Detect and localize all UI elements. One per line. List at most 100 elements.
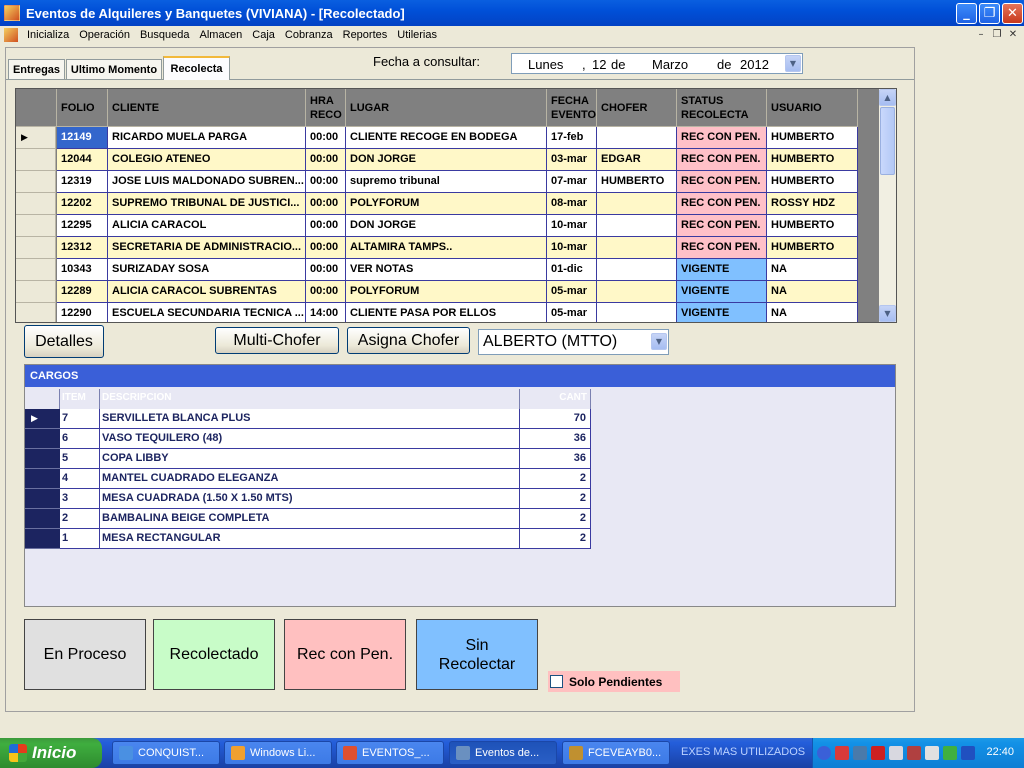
taskbar-item[interactable]: Windows Li... [224,741,332,765]
table-row[interactable]: 12289 ALICIA CARACOL SUBRENTAS 00:00 POLYFO… [16,281,858,303]
cell-chofer[interactable] [597,127,677,149]
cell-lugar[interactable]: CLIENTE RECOGE EN BODEGA [346,127,547,149]
table-row[interactable]: 12202 SUPREMO TRIBUNAL DE JUSTICI... 00:00… [16,193,858,215]
cell-hra-reco[interactable]: 00:00 [306,149,346,171]
cell-cliente[interactable]: SURIZADAY SOSA [108,259,306,281]
cell-cliente[interactable]: ALICIA CARACOL [108,215,306,237]
table-row[interactable]: 12312 SECRETARIA DE ADMINISTRACIO... 00:00… [16,237,858,259]
cell-folio[interactable]: 12289 [57,281,108,303]
menu-busqueda[interactable]: Busqueda [135,29,195,41]
cell-chofer[interactable] [597,259,677,281]
fecha-picker[interactable]: Lunes , 12 de Marzo de 2012 ▼ [511,53,803,74]
tab-recolecta[interactable]: Recolecta [163,56,230,80]
cell-chofer[interactable]: HUMBERTO [597,171,677,193]
cell-cliente[interactable]: COLEGIO ATENEO [108,149,306,171]
cell-lugar[interactable]: DON JORGE [346,215,547,237]
cell-hra-reco[interactable]: 14:00 [306,303,346,322]
cell-folio[interactable]: 10343 [57,259,108,281]
taskbar-item[interactable]: FCEVEAYB0... [562,741,670,765]
quick-launch-label[interactable]: EXES MAS UTILIZADOS » [681,746,826,758]
cell-cant[interactable]: 2 [520,469,591,489]
cell-descripcion[interactable]: BAMBALINA BEIGE COMPLETA [100,509,520,529]
cell-status[interactable]: VIGENTE [677,281,767,303]
cargos-row[interactable]: ▶ 7 SERVILLETA BLANCA PLUS 70 [25,409,591,429]
cargos-row-header[interactable] [25,529,60,549]
cell-cant[interactable]: 36 [520,429,591,449]
cell-fecha-evento[interactable]: 05-mar [547,303,597,322]
cell-usuario[interactable]: HUMBERTO [767,237,858,259]
chevron-down-icon[interactable]: ▼ [785,55,801,72]
taskbar-item[interactable]: Eventos de... [449,741,557,765]
cell-cliente[interactable]: ESCUELA SECUNDARIA TECNICA ... [108,303,306,322]
cell-status[interactable]: VIGENTE [677,259,767,281]
cell-cliente[interactable]: JOSE LUIS MALDONADO SUBREN... [108,171,306,193]
menu-almacen[interactable]: Almacen [195,29,248,41]
cell-usuario[interactable]: NA [767,259,858,281]
cell-chofer[interactable]: EDGAR [597,149,677,171]
cell-chofer[interactable] [597,303,677,322]
detalles-button[interactable]: Detalles [24,325,104,358]
cell-folio[interactable]: 12290 [57,303,108,322]
asigna-chofer-button[interactable]: Asigna Chofer [347,327,470,354]
cell-usuario[interactable]: NA [767,281,858,303]
cell-descripcion[interactable]: COPA LIBBY [100,449,520,469]
menu-reportes[interactable]: Reportes [338,29,393,41]
row-header[interactable] [16,237,56,259]
cell-folio[interactable]: 12295 [57,215,108,237]
col-hra-reco[interactable]: HRA RECO [306,89,346,127]
row-header[interactable] [16,193,56,215]
cell-hra-reco[interactable]: 00:00 [306,259,346,281]
cell-cliente[interactable]: ALICIA CARACOL SUBRENTAS [108,281,306,303]
cell-usuario[interactable]: HUMBERTO [767,171,858,193]
cell-fecha-evento[interactable]: 01-dic [547,259,597,281]
table-row[interactable]: 10343 SURIZADAY SOSA 00:00 VER NOTAS 01-dic V… [16,259,858,281]
cell-lugar[interactable]: VER NOTAS [346,259,547,281]
vertical-scrollbar[interactable]: ▲ ▼ [879,89,896,322]
scroll-down-icon[interactable]: ▼ [879,305,896,322]
menu-caja[interactable]: Caja [247,29,280,41]
col-lugar[interactable]: LUGAR [346,89,547,127]
tray-app-icon[interactable] [961,746,975,760]
cell-lugar[interactable]: supremo tribunal [346,171,547,193]
cell-item[interactable]: 1 [60,529,100,549]
cargos-row[interactable]: 1 MESA RECTANGULAR 2 [25,529,591,549]
cell-fecha-evento[interactable]: 10-mar [547,215,597,237]
row-header[interactable] [16,171,56,193]
tray-wireless-icon[interactable] [943,746,957,760]
cell-descripcion[interactable]: SERVILLETA BLANCA PLUS [100,409,520,429]
tray-volume-icon[interactable] [925,746,939,760]
taskbar-item[interactable]: CONQUIST... [112,741,220,765]
cargos-row-header[interactable] [25,429,60,449]
cell-folio[interactable]: 12044 [57,149,108,171]
cargos-row-header[interactable] [25,509,60,529]
cell-status[interactable]: VIGENTE [677,303,767,322]
cell-chofer[interactable] [597,215,677,237]
cell-fecha-evento[interactable]: 07-mar [547,171,597,193]
cargos-row[interactable]: 5 COPA LIBBY 36 [25,449,591,469]
cell-hra-reco[interactable]: 00:00 [306,237,346,259]
recolectado-button[interactable]: Recolectado [153,619,275,690]
sin-recolectar-button[interactable]: Sin Recolectar [416,619,538,690]
menu-cobranza[interactable]: Cobranza [280,29,338,41]
cell-lugar[interactable]: POLYFORUM [346,281,547,303]
close-button[interactable]: ✕ [1002,3,1023,24]
tray-pdf-icon[interactable] [835,746,849,760]
cell-fecha-evento[interactable]: 03-mar [547,149,597,171]
row-header[interactable] [16,215,56,237]
cell-lugar[interactable]: CLIENTE PASA POR ELLOS [346,303,547,322]
cell-status[interactable]: REC CON PEN. [677,215,767,237]
cargos-row[interactable]: 4 MANTEL CUADRADO ELEGANZA 2 [25,469,591,489]
restore-button[interactable]: ❐ [979,3,1000,24]
solo-pendientes-checkbox[interactable]: Solo Pendientes [548,671,680,692]
row-header[interactable]: ▶ [16,127,56,149]
cargos-row[interactable]: 6 VASO TEQUILERO (48) 36 [25,429,591,449]
cell-fecha-evento[interactable]: 17-feb [547,127,597,149]
cell-folio[interactable]: 12312 [57,237,108,259]
cell-fecha-evento[interactable]: 10-mar [547,237,597,259]
cell-item[interactable]: 4 [60,469,100,489]
tray-back-icon[interactable] [817,746,831,760]
cell-status[interactable]: REC CON PEN. [677,193,767,215]
cell-status[interactable]: REC CON PEN. [677,149,767,171]
cell-folio[interactable]: 12319 [57,171,108,193]
col-cant[interactable]: CANT [520,389,591,409]
